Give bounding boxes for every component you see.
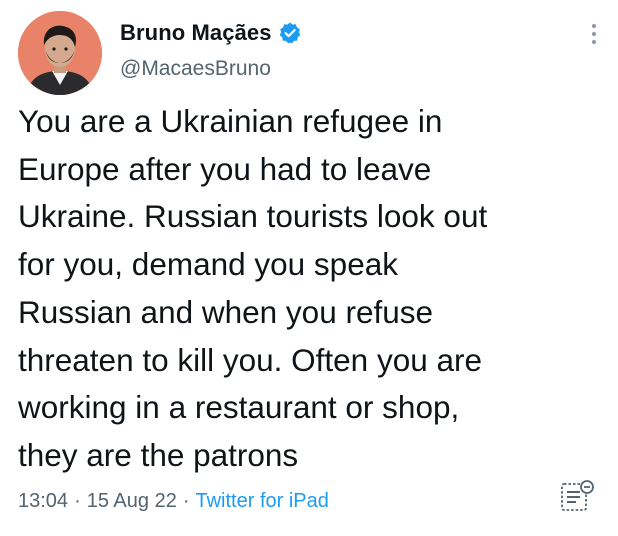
tweet-text-line: for you, demand you speak — [18, 246, 398, 283]
tweet-text-line: Russian and when you refuse — [18, 293, 434, 330]
avatar-portrait-icon — [18, 11, 102, 95]
tweet-text-line: Ukraine. Russian tourists look out — [18, 198, 488, 235]
tweet-meta: 13:04 · 15 Aug 22 · Twitter for iPad — [18, 490, 329, 513]
author-name-row[interactable]: Bruno Maçães — [120, 20, 302, 46]
tweet-card: Bruno Maçães @MacaesBruno You are a Ukra… — [0, 0, 618, 536]
author-display-name[interactable]: Bruno Maçães — [120, 20, 272, 46]
tweet-text-line: You are a Ukrainian refugee in — [18, 103, 443, 139]
more-options-icon[interactable] — [588, 24, 600, 48]
verified-badge-icon — [278, 21, 302, 45]
tweet-text-line: they are the patrons — [18, 436, 299, 473]
tweet-date[interactable]: 15 Aug 22 — [87, 490, 177, 512]
meta-separator: · — [182, 490, 190, 512]
tweet-text-line: Europe after you had to leave — [18, 150, 432, 187]
tweet-source-link[interactable]: Twitter for iPad — [196, 490, 329, 512]
tweet-time[interactable]: 13:04 — [18, 490, 68, 512]
meta-separator: · — [74, 490, 81, 512]
tweet-text-line: working in a restaurant or shop, — [18, 389, 460, 426]
tweet-analytics-icon[interactable] — [558, 478, 596, 514]
tweet-text-line: threaten to kill you. Often you are — [18, 341, 483, 378]
tweet-text: You are a Ukrainian refugee in Europe af… — [18, 98, 608, 480]
author-handle[interactable]: @MacaesBruno — [120, 57, 271, 81]
avatar[interactable] — [18, 11, 102, 95]
